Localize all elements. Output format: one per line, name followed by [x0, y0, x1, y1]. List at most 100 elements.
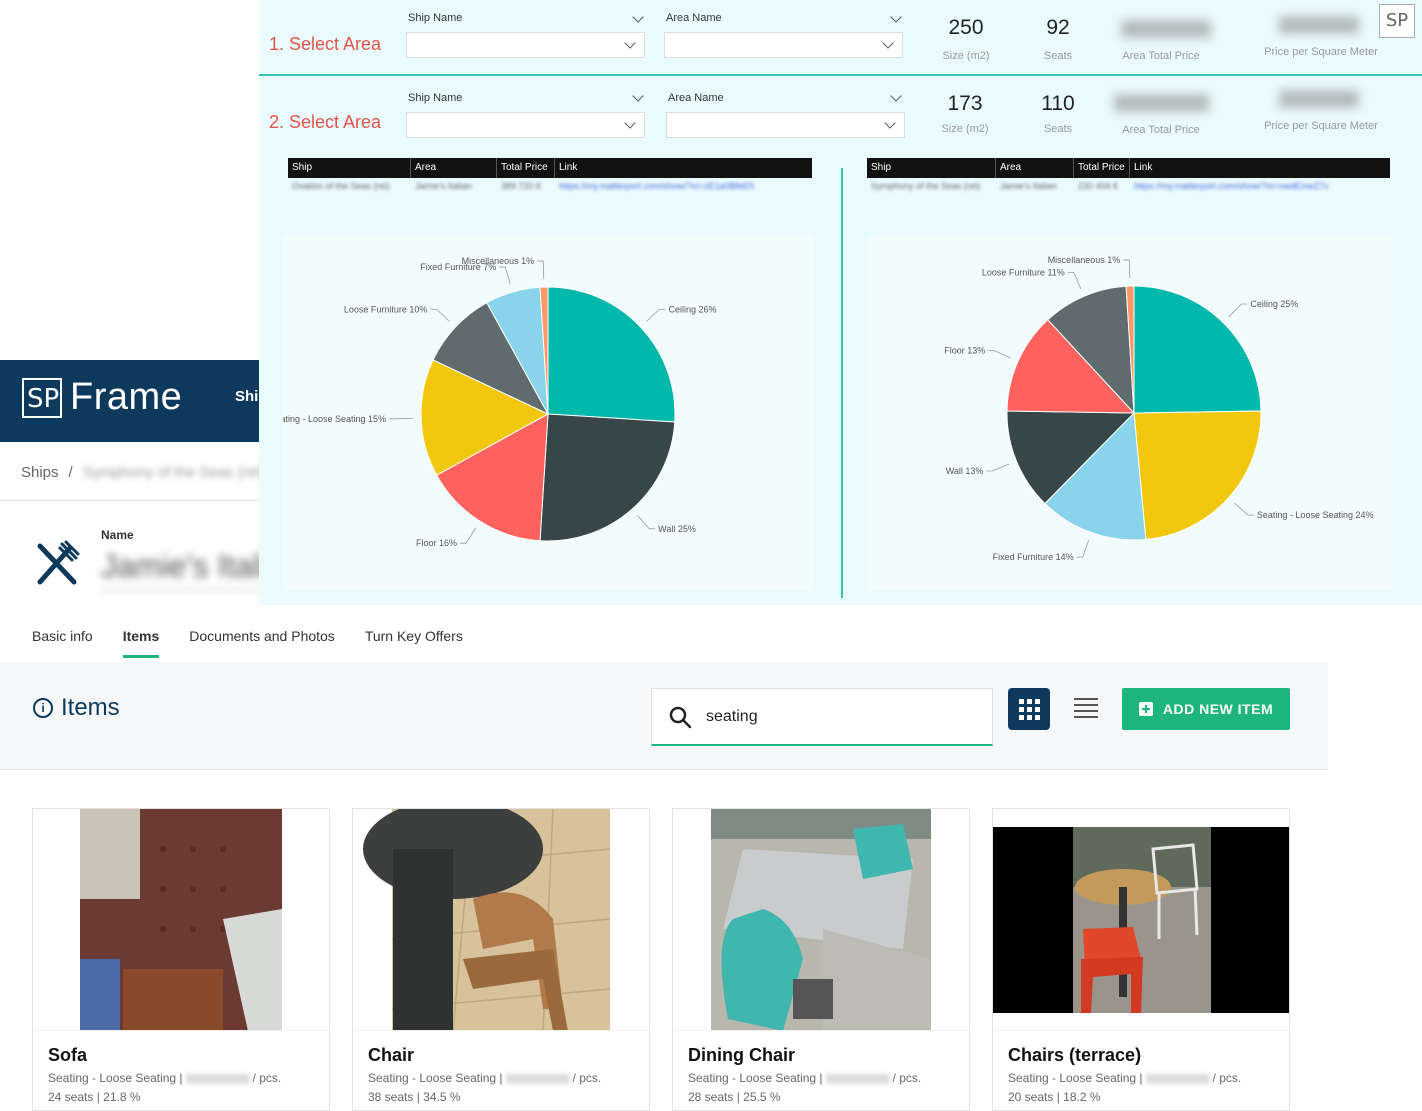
item-category: Seating - Loose Seating |	[368, 1071, 503, 1085]
plus-icon	[1138, 702, 1153, 716]
items-toolbar: i Items ADD NEW ITEM	[0, 662, 1328, 770]
name-label: Name	[101, 528, 134, 542]
item-photo	[353, 809, 649, 1031]
pie-label: Seating - Loose Seating 15%	[283, 414, 386, 424]
tab-documents-photos[interactable]: Documents and Photos	[189, 628, 335, 658]
table-header: Ship Area Total Price Link	[288, 158, 812, 178]
col-ship: Ship	[867, 158, 996, 178]
col-ship: Ship	[288, 158, 411, 178]
item-card[interactable]: Chair Seating - Loose Seating | / pcs. 38…	[352, 808, 650, 1111]
app-logo[interactable]: SP Frame	[22, 376, 182, 419]
item-title: Chair	[368, 1045, 415, 1065]
item-card[interactable]: Dining Chair Seating - Loose Seating | / …	[672, 808, 970, 1111]
add-new-item-button[interactable]: ADD NEW ITEM	[1122, 688, 1290, 730]
col-link: Link	[559, 162, 578, 173]
ship-name-label: Ship Name	[408, 92, 463, 104]
pie-leader-line	[430, 308, 450, 322]
items-title: Items	[61, 694, 120, 721]
table-row[interactable]: Symphony of the Seas (rel) Jamie's Itali…	[867, 178, 1390, 194]
kpi-seats-label: Seats	[1043, 123, 1073, 135]
item-stats: 20 seats | 18.2 %	[1008, 1090, 1101, 1104]
pie-label: Wall 25%	[658, 524, 696, 534]
kpi-ppsm-hidden	[1279, 90, 1359, 108]
breadcrumb-ship[interactable]: Symphony of the Seas (rel)	[83, 464, 265, 481]
item-meta: Seating - Loose Seating | / pcs.	[48, 1071, 281, 1085]
item-cards: Sofa Seating - Loose Seating | / pcs. 24 …	[32, 808, 1290, 1111]
item-meta: Seating - Loose Seating | / pcs.	[688, 1071, 921, 1085]
cell-ship: Ovation of the Seas (rel)	[292, 181, 390, 191]
tab-turn-key-offers[interactable]: Turn Key Offers	[365, 628, 463, 658]
item-title: Sofa	[48, 1045, 88, 1065]
chevron-down-icon	[882, 37, 894, 49]
cell-link[interactable]: https://my.matterport.com/show/?m=zE1a0B…	[555, 181, 812, 191]
pie-leader-line	[636, 515, 656, 530]
breadcrumb-ships[interactable]: Ships	[21, 464, 59, 481]
breadcrumb: Ships / Symphony of the Seas (rel)	[21, 464, 264, 481]
area-name-dropdown[interactable]	[666, 112, 905, 138]
item-unit: / pcs.	[252, 1071, 282, 1085]
item-meta: Seating - Loose Seating | / pcs.	[1008, 1071, 1241, 1085]
pie-leader-line	[1076, 540, 1090, 558]
kpi-size-label: Size (m2)	[941, 123, 989, 135]
kpi-size: 250	[948, 16, 984, 39]
pie-leader-line	[1234, 502, 1254, 516]
step-2-label: 2. Select Area	[269, 112, 382, 132]
search-input[interactable]	[706, 707, 966, 726]
pie-leader-line	[1228, 303, 1248, 318]
pie-label: Ceiling 25%	[1250, 299, 1298, 309]
item-card[interactable]: Sofa Seating - Loose Seating | / pcs. 24 …	[32, 808, 330, 1111]
list-view-button[interactable]	[1074, 698, 1098, 718]
info-icon[interactable]: i	[33, 698, 53, 718]
tab-basic-info[interactable]: Basic info	[32, 628, 93, 658]
item-category: Seating - Loose Seating |	[1008, 1071, 1143, 1085]
report-row-2: 2. Select Area Ship Name Area Name 173 S…	[259, 78, 1422, 154]
pie-label: Seating - Loose Seating 24%	[1257, 510, 1374, 520]
area-name-dropdown[interactable]	[664, 32, 903, 58]
ship-name-label: Ship Name	[408, 12, 463, 24]
chevron-down-icon	[884, 117, 896, 129]
pie-slice-wall[interactable]	[539, 413, 676, 542]
pie-chart-svg: Ceiling 26% Wall 25% Floor 16% Seating - Lo…	[283, 256, 717, 548]
chevron-down-icon	[624, 37, 636, 49]
item-card[interactable]: Chairs (terrace) Seating - Loose Seating…	[992, 808, 1290, 1111]
kpi-seats-label: Seats	[1043, 50, 1073, 62]
cell-total: 389 720 €	[501, 181, 542, 191]
cell-total: 230 404 €	[1078, 181, 1119, 191]
comparison-table-right: Ship Area Total Price Link Symphony of t…	[867, 158, 1390, 198]
kpi-size-label: Size (m2)	[942, 50, 990, 62]
chevron-down-icon	[632, 11, 644, 23]
pie-label: Miscellaneous 1%	[462, 256, 535, 266]
col-area: Area	[411, 158, 497, 178]
logo-mark-text: SP	[27, 383, 60, 414]
table-row[interactable]: Ovation of the Seas (rel) Jamie's Italia…	[288, 178, 812, 194]
kpi-total-price-hidden	[1114, 94, 1209, 112]
pie-slice-ceiling[interactable]	[547, 286, 676, 423]
table-header: Ship Area Total Price Link	[867, 158, 1390, 178]
tab-items[interactable]: Items	[122, 628, 159, 658]
item-category: Seating - Loose Seating |	[688, 1071, 823, 1085]
logo-text: Frame	[70, 376, 183, 418]
kpi-total-label: Area Total Price	[1122, 50, 1200, 62]
item-photo	[673, 809, 969, 1031]
chevron-down-icon	[890, 90, 902, 102]
pie-slice-seating-loose-seating[interactable]	[1133, 410, 1262, 540]
screen: SP Frame Ship Ships / Symphony of the Se…	[0, 0, 1422, 1111]
cell-link[interactable]: https://my.matterport.com/show/?m=xwdEme…	[1130, 181, 1390, 191]
logo-mark: SP	[22, 377, 62, 418]
item-title: Dining Chair	[688, 1045, 795, 1065]
cell-area: Jamie's Italian	[1000, 181, 1057, 191]
pie-leader-line	[1123, 259, 1131, 279]
pie-label: Fixed Furniture 14%	[993, 552, 1074, 562]
kpi-seats: 110	[1041, 92, 1075, 115]
item-stats: 24 seats | 21.8 %	[48, 1090, 141, 1104]
kpi-ppsm-label: Price per Square Meter	[1264, 46, 1378, 58]
pie-label: Wall 13%	[946, 466, 984, 476]
report-divider	[841, 168, 843, 598]
grid-view-button[interactable]	[1008, 688, 1050, 730]
item-unit: / pcs.	[892, 1071, 922, 1085]
area-name-label: Area Name	[666, 12, 722, 24]
pie-slice-ceiling[interactable]	[1133, 285, 1262, 414]
item-unit: / pcs.	[1212, 1071, 1242, 1085]
ship-name-dropdown[interactable]	[406, 112, 645, 138]
ship-name-dropdown[interactable]	[406, 32, 645, 58]
